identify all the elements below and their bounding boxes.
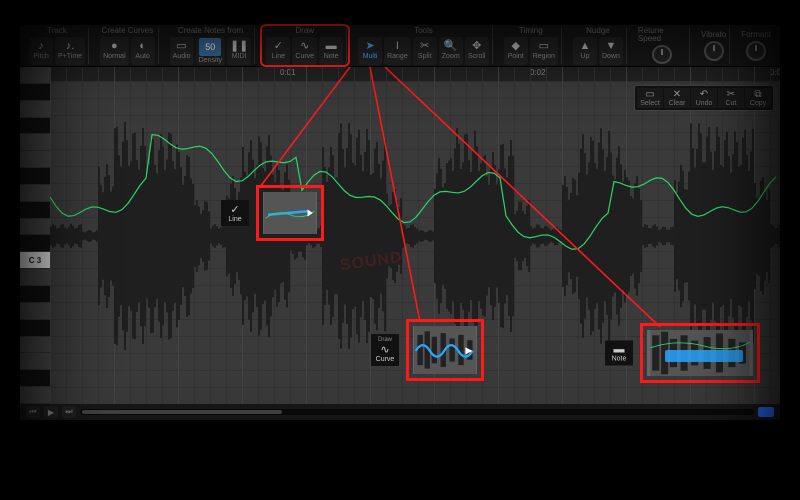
nudge-up-button[interactable]: ▲Up xyxy=(573,37,597,65)
group-title-formant: Formant xyxy=(741,31,771,39)
callout-note: ▬Note xyxy=(640,323,760,383)
vibrato-knob[interactable] xyxy=(704,41,724,61)
curve-icon: ∿ xyxy=(380,343,389,356)
action-clear[interactable]: ✕Clear xyxy=(664,88,690,108)
notes-midi-button[interactable]: ❚❚MIDI xyxy=(227,37,251,65)
group-vibrato: Vibrato xyxy=(698,27,730,64)
draw-line-button[interactable]: ✓Line xyxy=(266,37,290,65)
action-copy[interactable]: ⧉Copy xyxy=(745,88,771,108)
callout-curve-preview xyxy=(413,326,477,374)
group-create-curves: Create Curves ●Normal ◐Auto xyxy=(97,27,159,64)
group-title-timing: Timing xyxy=(519,27,543,35)
tool-zoom-button[interactable]: 🔍Zoom xyxy=(439,37,463,65)
note-clip xyxy=(665,350,743,362)
end-marker[interactable] xyxy=(758,407,774,417)
group-title-nudge: Nudge xyxy=(586,27,610,35)
piano-roll[interactable]: C 3 xyxy=(20,67,50,404)
action-cut[interactable]: ✂Cut xyxy=(718,88,744,108)
group-title-curves: Create Curves xyxy=(102,27,154,35)
curves-normal-button[interactable]: ●Normal xyxy=(100,37,129,65)
notes-audio-button[interactable]: ▭Audio xyxy=(170,37,194,65)
timing-region-button[interactable]: ▭Region xyxy=(530,37,558,65)
note-icon: ▬ xyxy=(614,344,625,356)
editor-canvas[interactable]: 0:01 0:02 0:03 ▭Select ✕Clear ↶Undo ✂Cut… xyxy=(50,67,780,404)
retune-speed-knob[interactable] xyxy=(652,45,672,64)
group-title-track: Track xyxy=(47,27,67,35)
track-pitch-button[interactable]: ♪Pitch xyxy=(29,37,53,65)
group-title-draw: Draw xyxy=(295,27,314,35)
callout-line: ✓Line xyxy=(256,185,324,241)
callout-curve-tag: Draw∿Curve xyxy=(371,334,399,366)
group-title-vibrato: Vibrato xyxy=(701,31,726,39)
group-formant: Formant xyxy=(738,27,774,64)
group-retune: Retune Speed xyxy=(635,27,690,64)
group-track: Track ♪Pitch ♪.P+Time xyxy=(26,27,89,64)
draw-curve-button[interactable]: ∿Curve xyxy=(292,37,317,65)
callout-note-preview xyxy=(647,330,753,376)
action-select[interactable]: ▭Select xyxy=(637,88,663,108)
group-timing: Timing ◆Point ▭Region xyxy=(501,27,562,64)
group-title-tools: Tools xyxy=(414,27,433,35)
key-c3[interactable]: C 3 xyxy=(20,252,50,269)
formant-knob[interactable] xyxy=(746,41,766,61)
curves-auto-button[interactable]: ◐Auto xyxy=(131,37,155,65)
tool-scroll-button[interactable]: ✥Scroll xyxy=(465,37,489,65)
timing-point-button[interactable]: ◆Point xyxy=(504,37,528,65)
group-tools: Tools ➤Multi IRange ✂Split 🔍Zoom ✥Scroll xyxy=(355,27,493,64)
transport-bar: ⏮ ▶ ⏭ xyxy=(20,404,780,420)
transport-forward[interactable]: ⏭ xyxy=(62,406,76,418)
line-icon: ✓ xyxy=(230,203,239,216)
toolbar: Track ♪Pitch ♪.P+Time Create Curves ●Nor… xyxy=(20,25,780,67)
action-bar: ▭Select ✕Clear ↶Undo ✂Cut ⧉Copy xyxy=(634,85,774,111)
group-create-notes: Create Notes from ▭Audio 50Density ❚❚MID… xyxy=(167,27,256,64)
notes-density-button[interactable]: 50Density xyxy=(196,37,225,65)
group-nudge: Nudge ▲Up ▼Down xyxy=(570,27,627,64)
transport-play[interactable]: ▶ xyxy=(44,406,58,418)
track-ptime-button[interactable]: ♪.P+Time xyxy=(55,37,85,65)
callout-line-preview xyxy=(263,192,317,234)
tool-range-button[interactable]: IRange xyxy=(384,37,411,65)
transport-rewind[interactable]: ⏮ xyxy=(26,406,40,418)
callout-note-tag: ▬Note xyxy=(605,341,633,366)
tool-multi-button[interactable]: ➤Multi xyxy=(358,37,382,65)
horizontal-scrollbar[interactable] xyxy=(80,409,754,415)
scrollbar-thumb[interactable] xyxy=(82,410,282,414)
callout-curve: Draw∿Curve xyxy=(406,319,484,381)
pitch-editor-window: Track ♪Pitch ♪.P+Time Create Curves ●Nor… xyxy=(20,25,780,420)
nudge-down-button[interactable]: ▼Down xyxy=(599,37,623,65)
draw-note-button[interactable]: ▬Note xyxy=(319,37,343,65)
group-title-retune: Retune Speed xyxy=(638,27,686,43)
group-title-notes: Create Notes from xyxy=(178,27,243,35)
tool-split-button[interactable]: ✂Split xyxy=(413,37,437,65)
callout-line-tag: ✓Line xyxy=(221,200,249,226)
action-undo[interactable]: ↶Undo xyxy=(691,88,717,108)
group-draw: Draw ✓Line ∿Curve ▬Note xyxy=(263,27,347,64)
main-area: C 3 0:01 0:02 0:03 ▭Select ✕Clear ↶Undo … xyxy=(20,67,780,404)
